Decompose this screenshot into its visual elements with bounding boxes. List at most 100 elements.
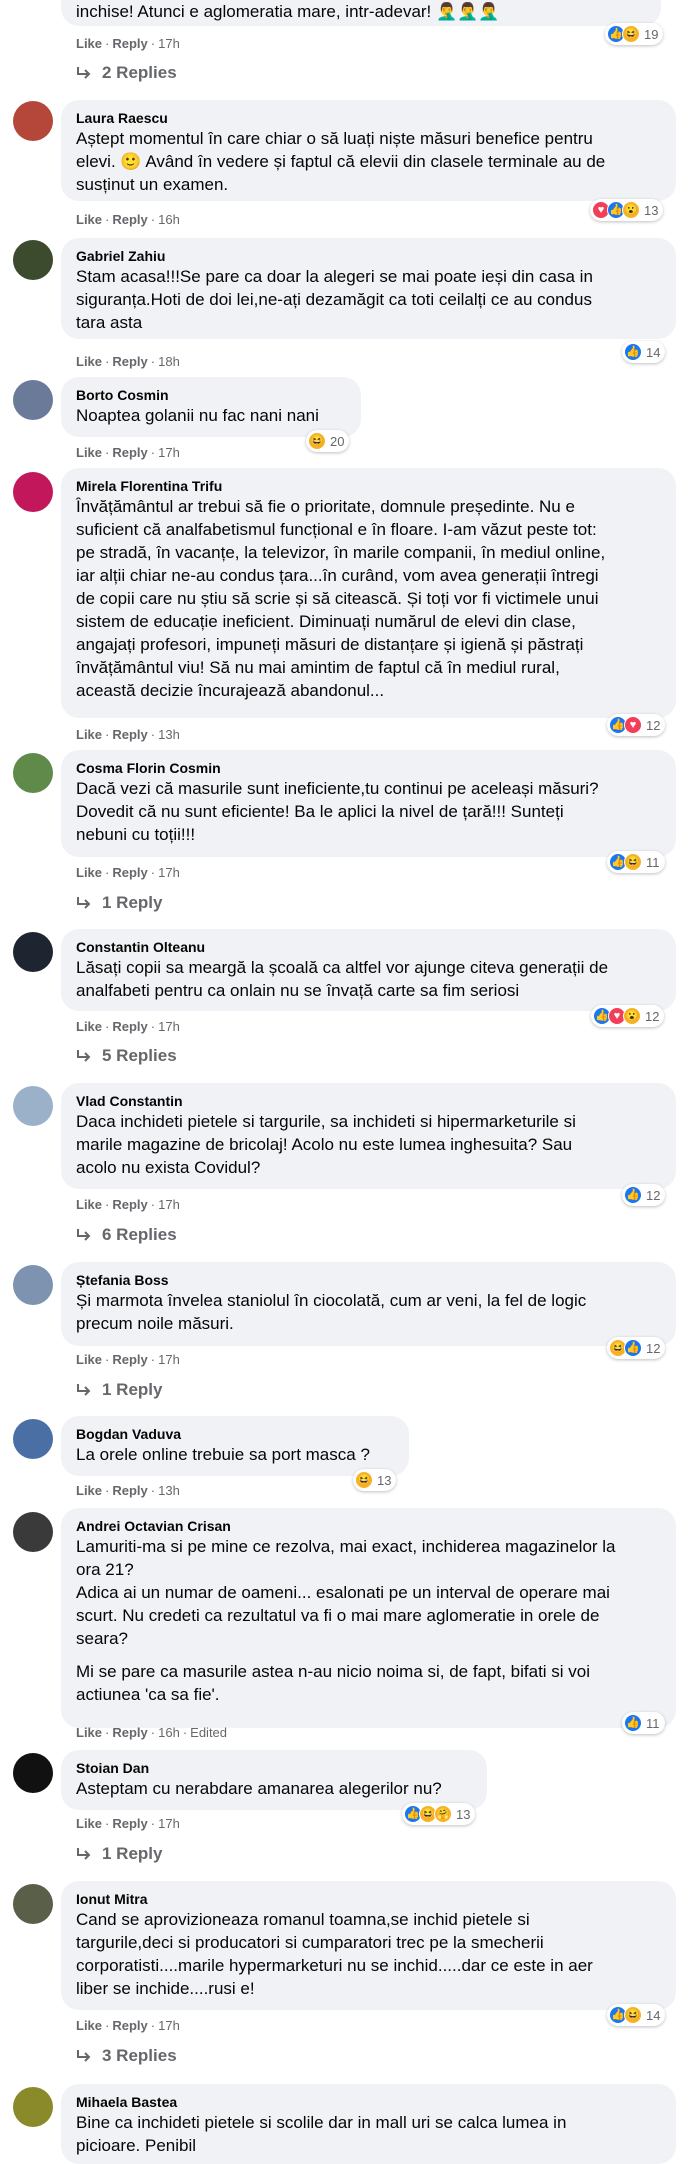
avatar[interactable]	[13, 1512, 53, 1552]
avatar[interactable]	[13, 2087, 53, 2127]
avatar[interactable]	[13, 101, 53, 141]
comment-author[interactable]: Constantin Olteanu	[76, 938, 664, 956]
comment-text: Dacă vezi că masurile sunt ineficiente,t…	[76, 779, 599, 844]
avatar[interactable]	[13, 753, 53, 793]
comment-author[interactable]: Mihaela Bastea	[76, 2093, 664, 2111]
like-button[interactable]: Like	[76, 1816, 102, 1831]
comment-author[interactable]: Andrei Octavian Crisan	[76, 1517, 664, 1535]
wow-reaction-icon: 😮	[622, 201, 640, 219]
comment-author[interactable]: Bogdan Vaduva	[76, 1425, 397, 1443]
haha-reaction-icon: 😆	[624, 853, 642, 871]
view-replies-link[interactable]: 6 Replies	[76, 1225, 177, 1245]
reaction-count: 20	[330, 433, 345, 449]
comment-author[interactable]: Cosma Florin Cosmin	[76, 759, 664, 777]
reply-button[interactable]: Reply	[112, 727, 147, 742]
like-button[interactable]: Like	[76, 727, 102, 742]
view-replies-link[interactable]: 2 Replies	[76, 63, 177, 83]
comment-author[interactable]: Vlad Constantin	[76, 1092, 664, 1110]
reply-button[interactable]: Reply	[112, 445, 147, 460]
comment-text: Cand se aprovizioneaza romanul toamna,se…	[76, 1910, 593, 1998]
comment-author[interactable]: Laura Raescu	[76, 109, 664, 127]
like-button[interactable]: Like	[76, 445, 102, 460]
avatar[interactable]	[13, 1265, 53, 1305]
reply-button[interactable]: Reply	[112, 354, 147, 369]
reaction-summary[interactable]: 👍 ♥ 12	[607, 714, 666, 736]
comment-actions: Like · Reply · 18h	[76, 354, 180, 369]
view-replies-link[interactable]: 5 Replies	[76, 1046, 177, 1066]
reaction-count: 14	[646, 2007, 661, 2023]
like-button[interactable]: Like	[76, 865, 102, 880]
wow-reaction-icon: 😮	[623, 1007, 641, 1025]
reaction-summary[interactable]: 👍 12	[622, 1184, 666, 1206]
reaction-summary[interactable]: 👍 11	[622, 1712, 665, 1734]
reaction-summary[interactable]: 😆 13	[353, 1469, 397, 1491]
care-reaction-icon: 🤗	[434, 1805, 452, 1823]
comment-author[interactable]: Stoian Dan	[76, 1759, 475, 1777]
reaction-summary[interactable]: 👍 😆 19	[605, 23, 664, 45]
like-button[interactable]: Like	[76, 354, 102, 369]
avatar[interactable]	[13, 240, 53, 280]
avatar[interactable]	[13, 472, 53, 512]
comment-bubble: Gabriel Zahiu Stam acasa!!!Se pare ca do…	[61, 238, 676, 339]
reaction-summary[interactable]: 😆 20	[306, 430, 350, 452]
reply-arrow-icon	[77, 1050, 91, 1062]
comment-bubble: Mihaela Bastea Bine ca inchideti pietele…	[61, 2084, 676, 2164]
comment-actions: Like · Reply · 17h	[76, 1197, 180, 1212]
reply-button[interactable]: Reply	[112, 1352, 147, 1367]
comment-text: Lamuriti-ma si pe mine ce rezolva, mai e…	[76, 1537, 616, 1704]
reply-button[interactable]: Reply	[112, 1725, 147, 1740]
view-replies-link[interactable]: 3 Replies	[76, 2046, 177, 2066]
like-button[interactable]: Like	[76, 1019, 102, 1034]
comment-bubble: Andrei Octavian Crisan Lamuriti-ma si pe…	[61, 1508, 676, 1728]
reaction-count: 19	[644, 26, 659, 42]
reply-button[interactable]: Reply	[112, 2018, 147, 2033]
reaction-count: 12	[645, 1008, 660, 1024]
reaction-summary[interactable]: 👍 ♥ 😮 12	[591, 1005, 665, 1027]
comment-actions: Like · Reply · 17h	[76, 865, 180, 880]
like-button[interactable]: Like	[76, 1725, 102, 1740]
reaction-summary[interactable]: 👍 😆 14	[607, 2004, 666, 2026]
reply-button[interactable]: Reply	[112, 1816, 147, 1831]
reply-button[interactable]: Reply	[112, 1483, 147, 1498]
avatar[interactable]	[13, 1086, 53, 1126]
like-button[interactable]: Like	[76, 1197, 102, 1212]
comment-bubble: inchise! Atunci e aglomeratia mare, intr…	[61, 0, 661, 26]
comment-text: Noaptea golanii nu fac nani nani	[76, 406, 319, 425]
reply-button[interactable]: Reply	[112, 212, 147, 227]
comment-author[interactable]: Gabriel Zahiu	[76, 247, 664, 265]
reply-arrow-icon	[77, 1229, 91, 1241]
like-reaction-icon: 👍	[624, 343, 642, 361]
reaction-summary[interactable]: 👍 14	[622, 341, 666, 363]
avatar[interactable]	[13, 932, 53, 972]
avatar[interactable]	[13, 1419, 53, 1459]
like-button[interactable]: Like	[76, 2018, 102, 2033]
reply-button[interactable]: Reply	[112, 36, 147, 51]
comment-text: Daca inchideti pietele si targurile, sa …	[76, 1112, 576, 1177]
reaction-summary[interactable]: ♥ 👍 😮 13	[590, 199, 664, 221]
avatar[interactable]	[13, 1753, 53, 1793]
comment-time: 16h	[158, 1725, 180, 1740]
like-button[interactable]: Like	[76, 1352, 102, 1367]
like-reaction-icon: 👍	[624, 1714, 642, 1732]
like-button[interactable]: Like	[76, 1483, 102, 1498]
view-replies-link[interactable]: 1 Reply	[76, 1844, 162, 1864]
view-replies-link[interactable]: 1 Reply	[76, 1380, 162, 1400]
reaction-summary[interactable]: 😆 👍 12	[607, 1337, 666, 1359]
view-replies-link[interactable]: 1 Reply	[76, 893, 162, 913]
comment-text: Aștept momentul în care chiar o să luați…	[76, 129, 606, 194]
like-button[interactable]: Like	[76, 36, 102, 51]
like-button[interactable]: Like	[76, 212, 102, 227]
avatar[interactable]	[13, 380, 53, 420]
comment-text: Învățământul ar trebui să fie o priorita…	[76, 497, 606, 700]
reply-button[interactable]: Reply	[112, 1197, 147, 1212]
reply-button[interactable]: Reply	[112, 1019, 147, 1034]
comment-bubble: Constantin Olteanu Lăsați copii sa mearg…	[61, 929, 676, 1011]
reaction-summary[interactable]: 👍 😆 🤗 13	[402, 1803, 476, 1825]
comment-author[interactable]: Ionut Mitra	[76, 1890, 664, 1908]
comment-author[interactable]: Borto Cosmin	[76, 386, 349, 404]
comment-author[interactable]: Ștefania Boss	[76, 1271, 664, 1289]
reaction-summary[interactable]: 👍 😆 11	[607, 851, 665, 873]
reply-button[interactable]: Reply	[112, 865, 147, 880]
avatar[interactable]	[13, 1884, 53, 1924]
comment-author[interactable]: Mirela Florentina Trifu	[76, 477, 664, 495]
